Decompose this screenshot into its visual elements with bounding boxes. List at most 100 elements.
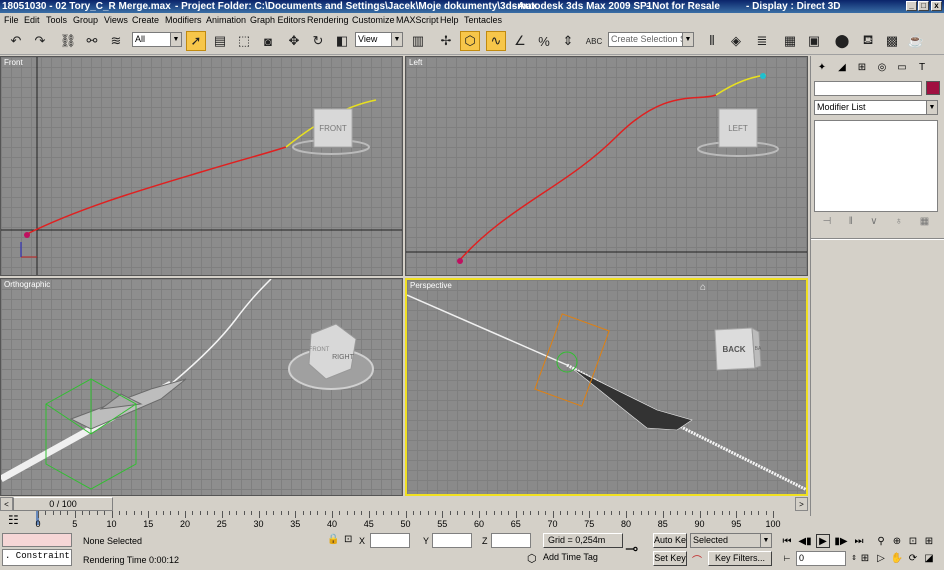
motion-tab-icon[interactable]: ◎ (873, 58, 891, 76)
pivot-center-icon[interactable]: ▥ (408, 31, 428, 51)
snap-toggle-icon[interactable]: ∿ (486, 31, 506, 51)
layer-manager-icon[interactable]: ≣ (752, 31, 772, 51)
y-coordinate-field[interactable] (432, 533, 472, 548)
lock-selection-icon[interactable]: 🔒 (327, 534, 339, 545)
time-slider-next-icon[interactable]: > (795, 497, 808, 511)
time-slider-thumb[interactable]: 0 / 100 (13, 497, 113, 511)
set-key-mode-icon[interactable]: ⊸ (625, 539, 638, 559)
menu-rendering[interactable]: Rendering (307, 13, 349, 28)
select-object-icon[interactable]: ➚ (186, 31, 206, 51)
create-tab-icon[interactable]: ✦ (813, 58, 831, 76)
time-slider[interactable]: < 0 / 100 > (0, 497, 810, 511)
scale-icon[interactable]: ◧ (332, 31, 352, 51)
menu-file[interactable]: File (4, 13, 19, 28)
render-setup-icon[interactable]: ⛾ (858, 31, 878, 51)
object-color-swatch[interactable] (926, 81, 940, 95)
viewcube-face-label[interactable]: FRONT (319, 124, 347, 133)
named-selection-set-dropdown[interactable]: Create Selection Set ▼ (608, 32, 694, 47)
schematic-view-icon[interactable]: ▣ (804, 31, 824, 51)
home-icon[interactable]: ⌂ (700, 282, 706, 293)
orbit-icon[interactable]: ⟳ (906, 551, 920, 565)
window-crossing-icon[interactable]: ◙ (258, 31, 278, 51)
minimize-button[interactable]: _ (906, 1, 917, 11)
configure-modifier-sets-icon[interactable]: ▦ (920, 216, 929, 232)
key-filters-button[interactable]: Key Filters... (708, 551, 772, 566)
x-coordinate-field[interactable] (370, 533, 410, 548)
select-and-link-icon[interactable]: ⛓ (58, 31, 78, 51)
mirror-icon[interactable]: ⫴ (702, 31, 722, 51)
rendered-frame-window-icon[interactable]: ▩ (882, 31, 902, 51)
menu-tools[interactable]: Tools (46, 13, 67, 28)
angle-snap-icon[interactable]: ∠ (510, 31, 530, 51)
make-unique-icon[interactable]: ∨ (870, 216, 877, 232)
utilities-tab-icon[interactable]: T (913, 58, 931, 76)
modify-tab-icon[interactable]: ◢ (833, 58, 851, 76)
curve-editor-icon[interactable]: ▦ (780, 31, 800, 51)
maximize-viewport-icon[interactable]: ◪ (922, 551, 936, 565)
set-key-button[interactable]: Set Key (653, 551, 687, 566)
bind-space-warp-icon[interactable]: ≋ (106, 31, 126, 51)
field-of-view-icon[interactable]: ▷ (874, 551, 888, 565)
modifier-stack-list[interactable] (814, 120, 938, 212)
viewcube-side-label[interactable]: BA (755, 346, 762, 352)
pan-view-icon[interactable]: ✋ (890, 551, 904, 565)
menu-animation[interactable]: Animation (206, 13, 246, 28)
maximize-button[interactable]: □ (918, 1, 929, 11)
menu-create[interactable]: Create (132, 13, 159, 28)
pin-stack-icon[interactable]: ⊣ (823, 216, 832, 232)
hierarchy-tab-icon[interactable]: ⊞ (853, 58, 871, 76)
close-button[interactable]: x (931, 1, 942, 11)
key-mode-toggle-icon[interactable]: ⊢ (780, 551, 794, 565)
undo-icon[interactable]: ↶ (6, 31, 26, 51)
menu-modifiers[interactable]: Modifiers (165, 13, 202, 28)
viewcube-face-label[interactable]: FRONT (309, 347, 330, 353)
viewport-orthographic[interactable]: Orthographic RIGHT FRONT (0, 278, 403, 496)
menu-maxscript[interactable]: MAXScript (396, 13, 439, 28)
display-tab-icon[interactable]: ▭ (893, 58, 911, 76)
zoom-all-icon[interactable]: ⊕ (890, 534, 904, 548)
viewport-front[interactable]: Front FRONT (0, 56, 403, 276)
menu-help[interactable]: Help (440, 13, 459, 28)
current-frame-field[interactable]: 0 (796, 551, 846, 566)
z-coordinate-field[interactable] (491, 533, 531, 548)
menu-edit[interactable]: Edit (24, 13, 40, 28)
zoom-extents-icon[interactable]: ⊡ (906, 534, 920, 548)
viewport-perspective[interactable]: Perspective ⌂ BACK BA (405, 278, 808, 496)
menu-customize[interactable]: Customize (352, 13, 395, 28)
modifier-list-dropdown[interactable]: Modifier List ▼ (814, 100, 938, 115)
zoom-icon[interactable]: ⚲ (874, 534, 888, 548)
viewcube-face-label[interactable]: LEFT (728, 124, 748, 133)
previous-frame-icon[interactable]: ◀▮ (798, 534, 812, 548)
go-to-end-icon[interactable]: ⏭ (852, 534, 866, 548)
percent-snap-icon[interactable]: % (534, 31, 554, 51)
zoom-extents-all-icon[interactable]: ⊞ (922, 534, 936, 548)
auto-key-button[interactable]: Auto Key (653, 533, 687, 548)
show-end-result-icon[interactable]: ‖ (849, 216, 853, 232)
object-name-field[interactable] (814, 81, 922, 96)
rectangular-selection-icon[interactable]: ⬚ (234, 31, 254, 51)
selection-filter-dropdown[interactable]: All ▼ (132, 32, 182, 47)
quick-render-icon[interactable]: ☕ (906, 31, 926, 51)
unlink-icon[interactable]: ⚯ (82, 31, 102, 51)
next-frame-icon[interactable]: ▮▶ (834, 534, 848, 548)
default-in-out-tangents-icon[interactable]: ⌒ (692, 552, 702, 567)
menu-group[interactable]: Group (73, 13, 98, 28)
keyboard-shortcut-override-icon[interactable]: ⬡ (460, 31, 480, 51)
material-editor-icon[interactable]: ⬤ (832, 31, 852, 51)
time-slider-prev-icon[interactable]: < (0, 497, 13, 511)
maxscript-mini-listener[interactable]: . Constraint (2, 549, 72, 566)
edit-named-selection-icon[interactable]: ABC (584, 31, 604, 51)
align-icon[interactable]: ◈ (726, 31, 746, 51)
play-icon[interactable]: ▶ (816, 534, 830, 548)
maxscript-listener-field[interactable] (2, 533, 72, 547)
redo-icon[interactable]: ↷ (30, 31, 50, 51)
time-configuration-icon[interactable]: ⊞ (858, 551, 872, 565)
menu-graph-editors[interactable]: Graph Editors (250, 13, 306, 28)
viewport-left[interactable]: Left LEFT (405, 56, 808, 276)
viewcube-face-label[interactable]: RIGHT (332, 354, 355, 361)
move-icon[interactable]: ✥ (284, 31, 304, 51)
reference-coordinate-dropdown[interactable]: View ▼ (355, 32, 403, 47)
select-manipulate-icon[interactable]: ✢ (436, 31, 456, 51)
spinner-snap-icon[interactable]: ⇕ (558, 31, 578, 51)
menu-tentacles[interactable]: Tentacles (464, 13, 502, 28)
